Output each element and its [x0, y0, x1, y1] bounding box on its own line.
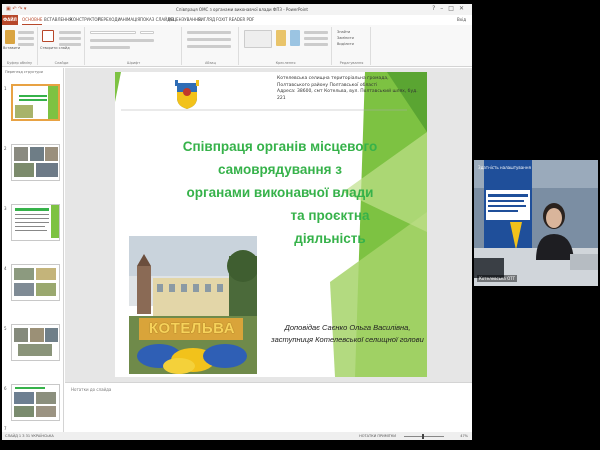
slide-number: 7 — [4, 426, 7, 431]
ribbon-group-drawing: Креслення — [240, 27, 332, 65]
new-slide-label[interactable]: Створити слайд — [40, 46, 70, 50]
group-label: Слайди — [54, 61, 69, 65]
slide-editing-area: Котелевська селищна територіальна громад… — [65, 68, 472, 382]
slide-number: 6 — [4, 386, 7, 391]
group-label: Абзац — [205, 61, 216, 65]
info-line: Адреса: 38600, смт Котельва, вул. Полтав… — [277, 89, 418, 101]
video-call-tile[interactable]: Здатність налаштування Котелевська ОТГ — [474, 160, 598, 286]
presenter-line: Доповідає Саєнко Ольга Василівна, — [284, 323, 411, 332]
arrange-icon[interactable] — [276, 30, 286, 46]
slide-thumbnail-3[interactable] — [11, 204, 60, 241]
group-label: Креслення — [275, 61, 296, 65]
thumbnails-header: Перегляд структури — [5, 70, 43, 74]
select-button[interactable]: Виділити — [337, 42, 354, 46]
quick-styles-icon[interactable] — [290, 30, 300, 46]
align-buttons[interactable] — [187, 38, 231, 41]
slide-number: 5 — [4, 326, 7, 331]
shapes-gallery[interactable] — [244, 30, 272, 48]
community-info: Котелевська селищна територіальна громад… — [277, 76, 427, 102]
title-line: органами виконавчої влади — [186, 185, 374, 200]
text-direction-buttons[interactable] — [187, 45, 231, 48]
group-label: Буфер обміну — [6, 61, 33, 65]
cut-button[interactable] — [18, 31, 34, 34]
slide-thumbnail-1[interactable] — [11, 84, 60, 121]
zoom-slider[interactable] — [404, 436, 444, 437]
current-slide[interactable]: Котелевська селищна територіальна громад… — [115, 72, 427, 377]
powerpoint-window: ▣ ↶ ↷ ▾ Співпраця ОМС з органами виконав… — [2, 4, 472, 440]
ribbon: Вставити Буфер обміну Створити слайд Сла… — [2, 25, 472, 67]
slide-thumbnail-6[interactable] — [11, 384, 60, 421]
shape-fill-button[interactable] — [304, 31, 328, 34]
paste-button-label[interactable]: Вставити — [3, 46, 20, 50]
window-title: Співпраця ОМС з органами виконавчої влад… — [176, 7, 308, 12]
ribbon-group-slides: Створити слайд Слайди — [39, 27, 85, 65]
ribbon-group-paragraph: Абзац — [183, 27, 239, 65]
coat-of-arms-icon — [175, 80, 199, 109]
status-zoom[interactable]: 47% — [460, 434, 468, 438]
zoom-slider-handle[interactable] — [422, 434, 424, 439]
tab-design[interactable]: КОНСТРУКТОР — [70, 15, 100, 25]
status-slide-info: СЛАЙД 1 З 31 УКРАЇНСЬКА — [5, 434, 54, 438]
tab-insert[interactable]: ВСТАВЛЕННЯ — [44, 15, 72, 25]
slide-thumbnail-5[interactable] — [11, 324, 60, 361]
copy-button[interactable] — [18, 37, 34, 40]
tab-home[interactable]: ОСНОВНЕ — [22, 15, 43, 25]
notes-placeholder: Нотатки до слайда — [71, 387, 112, 392]
slide-number: 2 — [4, 146, 7, 151]
font-color-buttons[interactable] — [90, 46, 130, 49]
new-slide-icon[interactable] — [42, 30, 54, 42]
video-label: Здатність налаштування — [478, 165, 531, 170]
shape-effects-button[interactable] — [304, 43, 328, 46]
tab-foxit-pdf[interactable]: FOXIT READER PDF — [216, 15, 254, 25]
ribbon-group-editing: Знайти Замінити Виділити Редагування — [333, 27, 371, 65]
format-painter-button[interactable] — [18, 43, 34, 46]
title-bar: ▣ ↶ ↷ ▾ Співпраця ОМС з органами виконав… — [2, 4, 472, 15]
ribbon-tabs: ФАЙЛ ОСНОВНЕ ВСТАВЛЕННЯ КОНСТРУКТОР ПЕРЕ… — [2, 15, 472, 25]
participant-video — [474, 160, 598, 286]
group-label: Редагування — [339, 61, 364, 65]
quick-access-toolbar[interactable]: ▣ ↶ ↷ ▾ — [6, 6, 26, 12]
ribbon-group-font: Шрифт — [86, 27, 182, 65]
slide-number: 4 — [4, 266, 7, 271]
slide-thumbnails-pane: Перегляд структури 1 2 3 4 5 6 7 — [2, 68, 64, 432]
notes-pane[interactable]: Нотатки до слайда — [65, 382, 472, 430]
presenter-line: заступниця Котелевської селищної голови — [271, 335, 424, 344]
paste-icon[interactable] — [5, 30, 15, 44]
tab-view[interactable]: ВИГЛЯД — [198, 15, 215, 25]
tab-file[interactable]: ФАЙЛ — [2, 15, 18, 25]
desktop-screen: ▣ ↶ ↷ ▾ Співпраця ОМС з органами виконав… — [0, 0, 600, 450]
font-style-buttons[interactable] — [90, 39, 154, 42]
shape-outline-button[interactable] — [304, 37, 328, 40]
kotelva-photo: КОТЕЛЬВА — [129, 236, 257, 374]
slide-number: 3 — [4, 206, 7, 211]
status-bar: СЛАЙД 1 З 31 УКРАЇНСЬКА 47% НОТАТКИ ПРИМ… — [2, 432, 472, 440]
close-icon[interactable]: ✕ — [459, 5, 469, 12]
participant-name: Котелевська ОТГ — [477, 275, 518, 282]
maximize-icon[interactable]: □ — [448, 5, 459, 12]
presenter-info[interactable]: Доповідає Саєнко Ольга Василівна, заступ… — [265, 322, 427, 346]
photo-sign-text: КОТЕЛЬВА — [148, 320, 236, 337]
slide-number: 1 — [4, 86, 7, 91]
title-line: самоврядування з — [218, 162, 342, 177]
layout-button[interactable] — [59, 31, 81, 34]
tab-transitions[interactable]: ПЕРЕХОДИ — [98, 15, 120, 25]
font-name-select[interactable] — [90, 31, 136, 34]
reset-button[interactable] — [59, 37, 81, 40]
title-line: Співпраця органів місцевого — [182, 139, 378, 154]
tab-review[interactable]: РЕЦЕНЗУВАННЯ — [168, 15, 201, 25]
status-notes-comments[interactable]: НОТАТКИ ПРИМІТКИ — [359, 434, 396, 438]
slide-title[interactable]: Співпраця органів місцевого самоврядуван… — [155, 135, 405, 250]
section-button[interactable] — [59, 43, 81, 46]
slide-thumbnail-4[interactable] — [11, 264, 60, 301]
slide-thumbnail-2[interactable] — [11, 144, 60, 181]
find-button[interactable]: Знайти — [337, 30, 350, 34]
ribbon-group-clipboard: Вставити Буфер обміну — [2, 27, 38, 65]
window-controls[interactable]: ?–□✕ — [432, 5, 469, 12]
tab-animations[interactable]: АНІМАЦІЯ — [120, 15, 140, 25]
font-size-select[interactable] — [140, 31, 154, 34]
sign-in-link[interactable]: Вхід — [457, 15, 466, 25]
group-label: Шрифт — [126, 61, 141, 65]
list-buttons[interactable] — [187, 31, 231, 34]
replace-button[interactable]: Замінити — [337, 36, 354, 40]
